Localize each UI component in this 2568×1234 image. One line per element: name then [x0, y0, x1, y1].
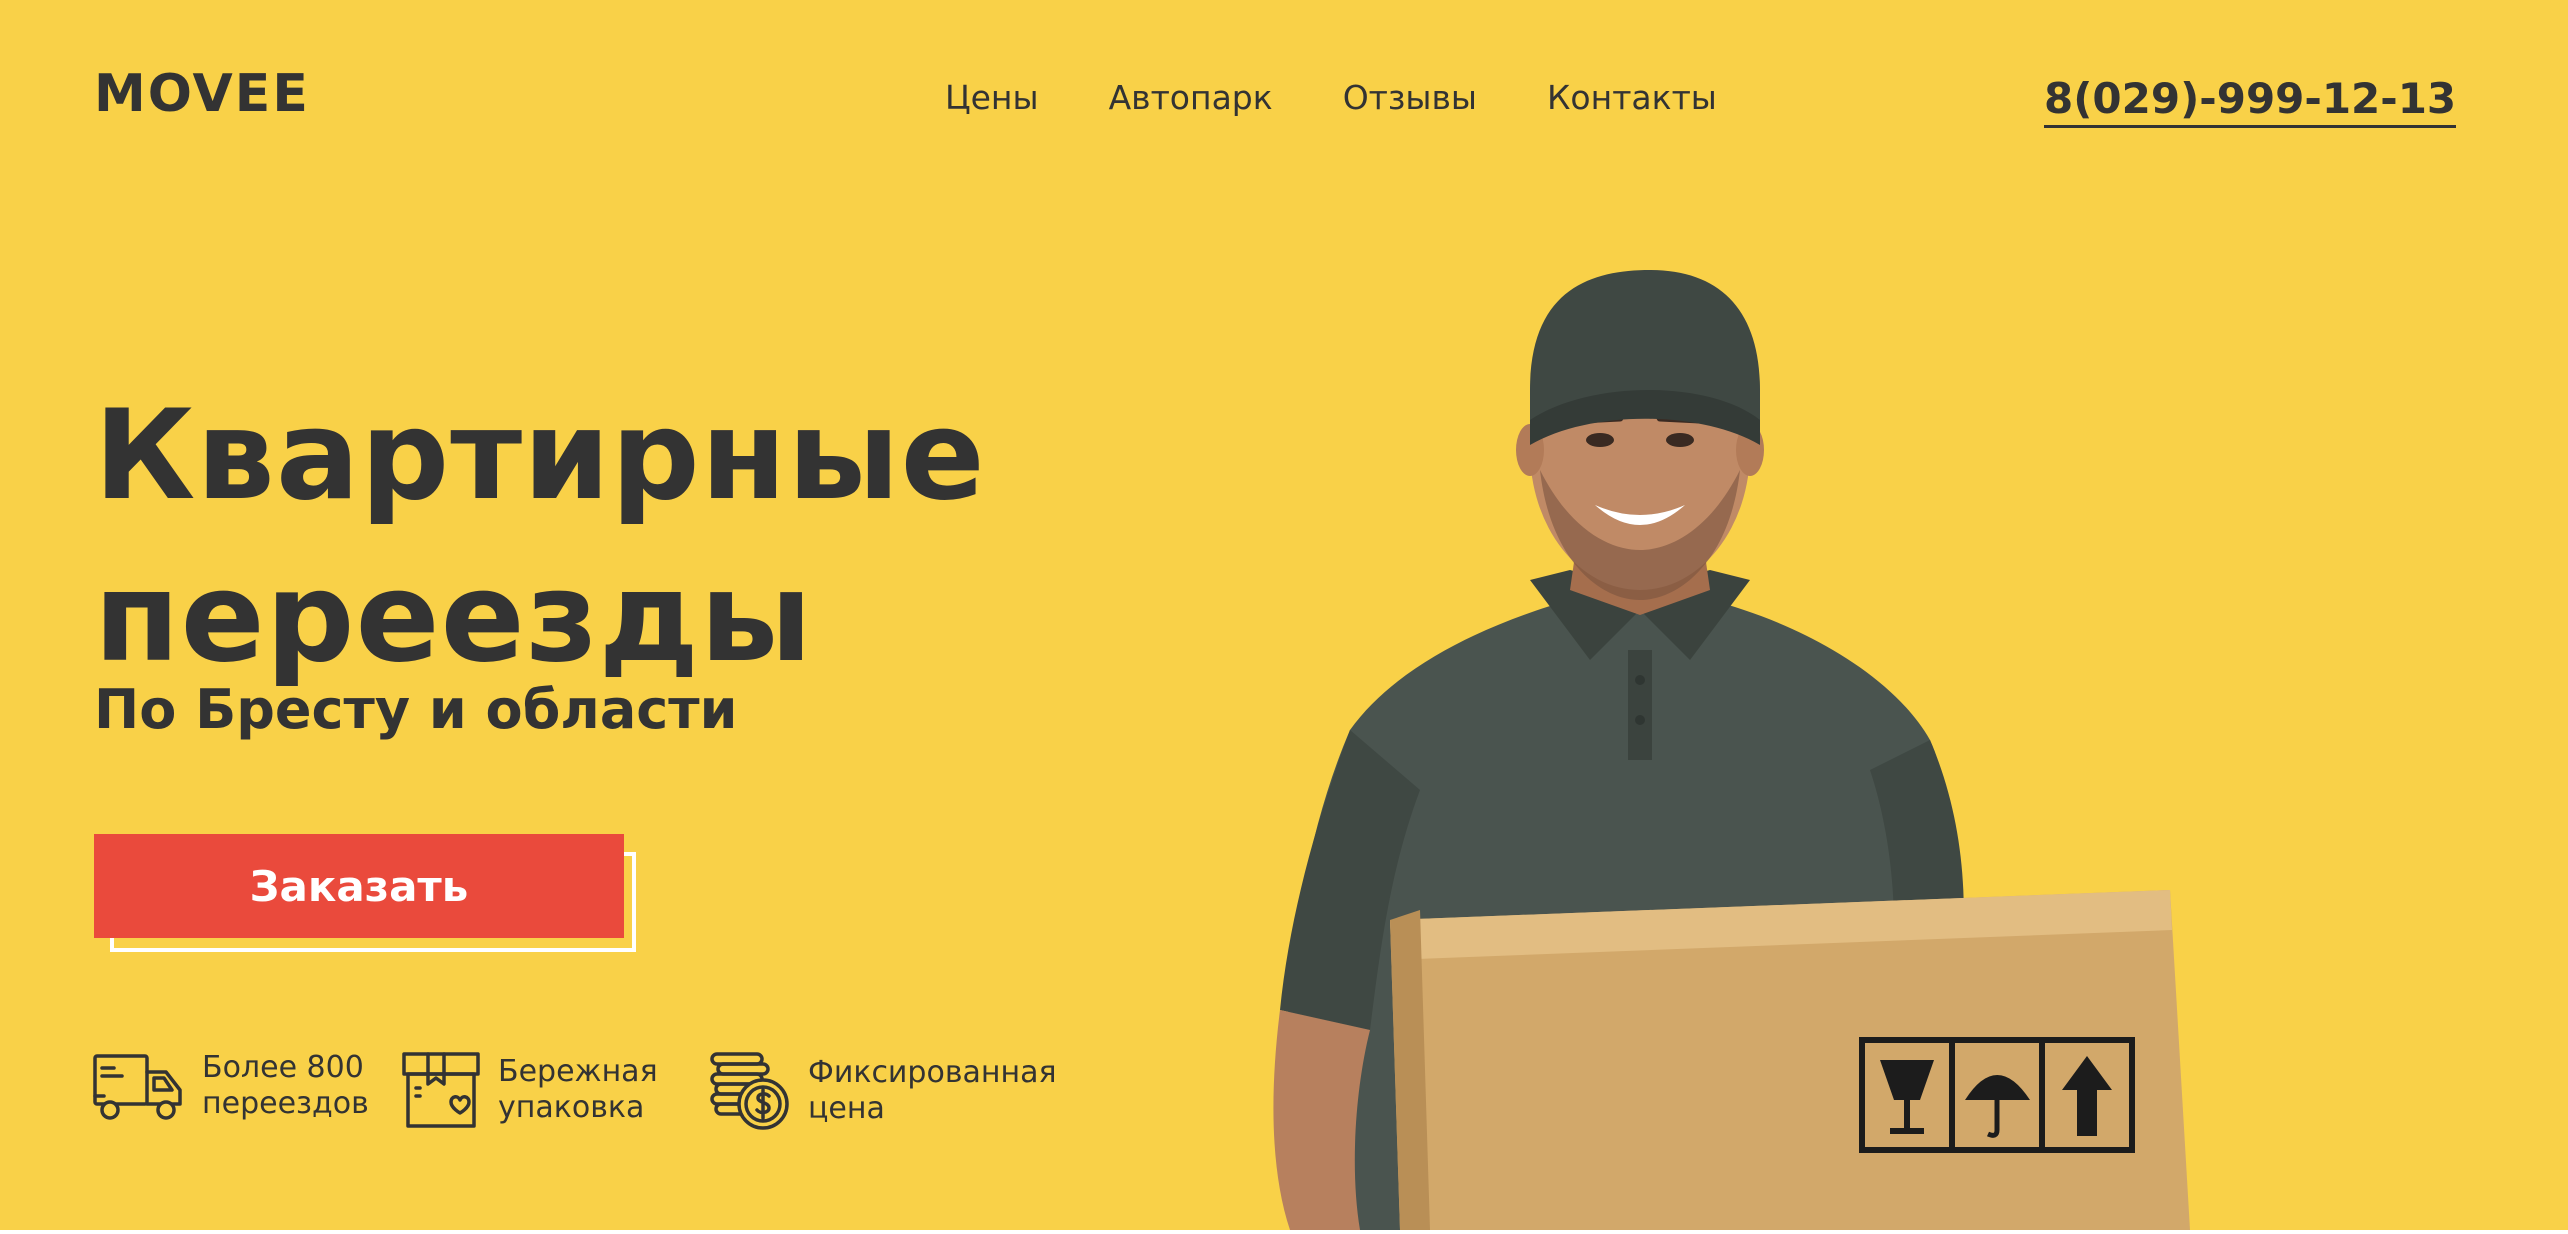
- hero-subtitle: По Бресту и области: [94, 678, 738, 741]
- truck-icon: [92, 1050, 186, 1122]
- nav-link-contacts[interactable]: Контакты: [1547, 78, 1717, 117]
- feature-packing: Бережная упаковка: [400, 1050, 658, 1130]
- mover-with-box-image: [1230, 270, 2250, 1230]
- feature-packing-line2: упаковка: [498, 1090, 645, 1125]
- feature-moves: Более 800 переездов: [92, 1050, 369, 1122]
- box-heart-icon: [400, 1050, 482, 1130]
- feature-price-text: Фиксированная цена: [808, 1055, 1057, 1127]
- feature-price: Фиксированная цена: [708, 1050, 1057, 1132]
- feature-packing-text: Бережная упаковка: [498, 1054, 658, 1126]
- feature-price-line1: Фиксированная: [808, 1055, 1057, 1090]
- feature-moves-line1: Более 800: [202, 1050, 364, 1085]
- feature-price-line2: цена: [808, 1091, 885, 1126]
- phone-link[interactable]: 8(029)-999-12-13: [2044, 74, 2457, 128]
- hero-title-line2: переезды: [94, 546, 814, 690]
- hero-section: MOVEE Цены Автопарк Отзывы Контакты 8(02…: [0, 0, 2568, 1230]
- feature-moves-text: Более 800 переездов: [202, 1050, 369, 1122]
- feature-moves-line2: переездов: [202, 1086, 369, 1121]
- coins-icon: [708, 1050, 792, 1132]
- feature-packing-line1: Бережная: [498, 1054, 658, 1089]
- nav-link-prices[interactable]: Цены: [945, 78, 1039, 117]
- hero-title-line1: Квартирные: [94, 384, 986, 528]
- hero-title: Квартирные переезды: [94, 375, 986, 699]
- order-button[interactable]: Заказать: [94, 834, 624, 938]
- nav-link-fleet[interactable]: Автопарк: [1109, 78, 1273, 117]
- nav-link-reviews[interactable]: Отзывы: [1343, 78, 1477, 117]
- order-button-wrapper: Заказать: [94, 834, 640, 954]
- site-logo[interactable]: MOVEE: [94, 64, 310, 124]
- main-nav: Цены Автопарк Отзывы Контакты: [945, 78, 1717, 117]
